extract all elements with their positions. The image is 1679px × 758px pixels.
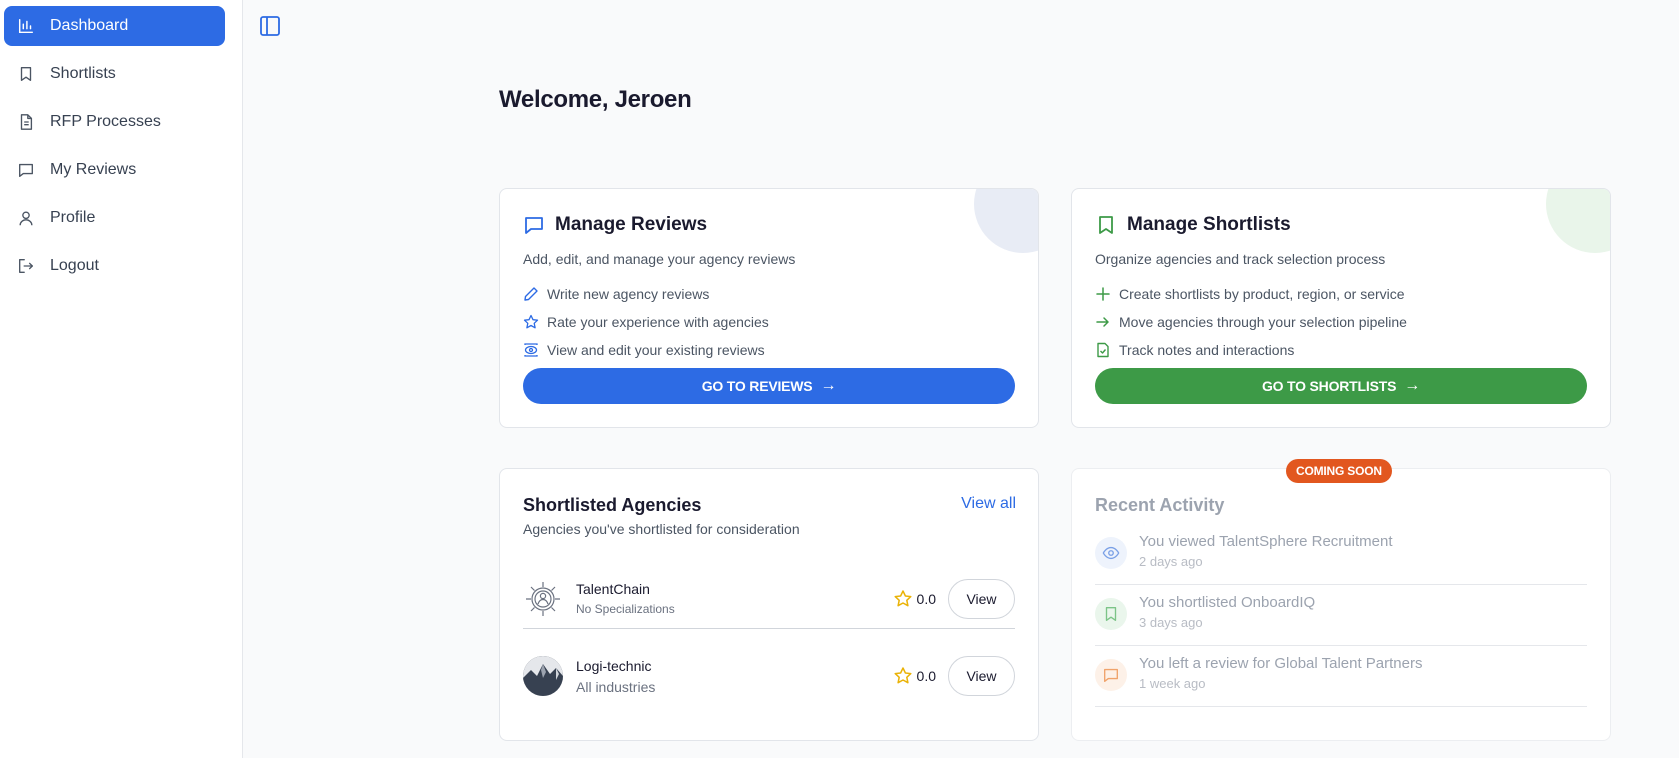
agency-name: Logi-technic xyxy=(576,657,652,674)
arrow-right-icon: → xyxy=(1404,377,1421,394)
eye-icon xyxy=(1095,537,1127,569)
list-item: Rate your experience with agencies xyxy=(523,308,769,336)
sidebar-item-rfp-processes[interactable]: RFP Processes xyxy=(4,102,225,142)
section-subtitle: Agencies you've shortlisted for consider… xyxy=(523,521,800,537)
sidebar-item-label: Dashboard xyxy=(50,17,129,34)
shortlisted-agencies-card: Shortlisted Agencies View all Agencies y… xyxy=(499,468,1039,741)
button-label: GO TO SHORTLISTS xyxy=(1261,378,1397,394)
document-icon xyxy=(16,112,36,132)
agency-logo xyxy=(523,579,563,619)
agency-rating: 0.0 xyxy=(893,589,936,609)
page-title: Welcome, Jeroen xyxy=(499,86,692,113)
list-item: You left a review for Global Talent Part… xyxy=(1095,647,1587,707)
feature-text: View and edit your existing reviews xyxy=(547,342,765,358)
list-item: Track notes and interactions xyxy=(1095,336,1407,364)
card-title: Manage Shortlists xyxy=(1127,214,1291,235)
sidebar-item-label: My Reviews xyxy=(50,161,137,178)
agency-meta: No Specializations xyxy=(576,602,675,616)
agency-logo xyxy=(523,656,563,696)
card-title: Manage Reviews xyxy=(555,214,708,235)
sidebar-item-label: Shortlists xyxy=(50,65,116,82)
sidebar-item-profile[interactable]: Profile xyxy=(4,198,225,238)
activity-time: 1 week ago xyxy=(1139,676,1206,691)
view-all-link[interactable]: View all xyxy=(961,495,1016,513)
sidebar-item-label: Profile xyxy=(50,209,96,226)
arrow-right-icon xyxy=(1095,314,1111,330)
recent-activity-card: COMING SOON Recent Activity You viewed T… xyxy=(1071,459,1611,741)
section-title: Shortlisted Agencies xyxy=(523,495,702,515)
manage-shortlists-card: Manage Shortlists Organize agencies and … xyxy=(1071,188,1611,428)
view-agency-button[interactable]: View xyxy=(948,578,1015,619)
sidebar-item-label: RFP Processes xyxy=(50,113,161,130)
feature-list: Write new agency reviews Rate your exper… xyxy=(523,280,769,364)
sidebar-item-shortlists[interactable]: Shortlists xyxy=(4,54,225,94)
card-subtitle: Organize agencies and track selection pr… xyxy=(1095,251,1386,267)
go-to-reviews-button[interactable]: GO TO REVIEWS → xyxy=(523,368,1015,404)
view-agency-button[interactable]: View xyxy=(948,656,1015,696)
activity-time: 3 days ago xyxy=(1139,615,1203,630)
list-item: Write new agency reviews xyxy=(523,280,769,308)
agency-rating: 0.0 xyxy=(893,666,936,686)
view-icon xyxy=(523,342,539,358)
activity-text: You left a review for Global Talent Part… xyxy=(1139,655,1423,672)
sidebar-toggle-icon[interactable] xyxy=(258,14,282,38)
bar-chart-icon xyxy=(16,16,36,36)
arrow-right-icon: → xyxy=(820,377,837,394)
logout-icon xyxy=(16,256,36,276)
list-item: You shortlisted OnboardIQ 3 days ago xyxy=(1095,586,1587,646)
decorative-corner xyxy=(1546,189,1610,253)
feature-text: Rate your experience with agencies xyxy=(547,314,769,330)
bookmark-icon xyxy=(1095,598,1127,630)
manage-reviews-card: Manage Reviews Add, edit, and manage you… xyxy=(499,188,1039,428)
button-label: GO TO REVIEWS xyxy=(701,378,813,394)
card-subtitle: Add, edit, and manage your agency review… xyxy=(523,251,796,267)
user-icon xyxy=(16,208,36,228)
go-to-shortlists-button[interactable]: GO TO SHORTLISTS → xyxy=(1095,368,1587,404)
sidebar-item-label: Logout xyxy=(50,257,99,274)
bookmark-icon xyxy=(16,64,36,84)
star-icon xyxy=(523,314,539,330)
list-item: Move agencies through your selection pip… xyxy=(1095,308,1407,336)
activity-text: You viewed TalentSphere Recruitment xyxy=(1139,533,1393,550)
activity-text: You shortlisted OnboardIQ xyxy=(1139,594,1316,611)
agency-name: TalentChain xyxy=(576,581,650,597)
feature-text: Write new agency reviews xyxy=(547,286,710,302)
feature-list: Create shortlists by product, region, or… xyxy=(1095,280,1407,364)
plus-icon xyxy=(1095,286,1111,302)
list-item: Logi-technic All industries 0.0 View xyxy=(523,646,1015,706)
decorative-corner xyxy=(974,189,1038,253)
pencil-icon xyxy=(523,286,539,302)
message-icon xyxy=(16,160,36,180)
list-item: View and edit your existing reviews xyxy=(523,336,769,364)
file-check-icon xyxy=(1095,342,1111,358)
list-item: Create shortlists by product, region, or… xyxy=(1095,280,1407,308)
star-icon xyxy=(893,667,912,684)
sidebar-item-dashboard[interactable]: Dashboard xyxy=(4,6,225,46)
rating-value: 0.0 xyxy=(916,668,936,684)
message-icon xyxy=(523,214,545,236)
feature-text: Track notes and interactions xyxy=(1119,342,1295,358)
rating-value: 0.0 xyxy=(916,590,936,607)
feature-text: Create shortlists by product, region, or… xyxy=(1119,286,1405,302)
sidebar-item-logout[interactable]: Logout xyxy=(4,246,225,286)
star-icon xyxy=(893,589,912,606)
sidebar: Dashboard Shortlists RFP Processes My Re… xyxy=(0,0,243,758)
list-item: You viewed TalentSphere Recruitment 2 da… xyxy=(1095,525,1587,585)
coming-soon-badge: COMING SOON xyxy=(1286,459,1392,483)
list-item: TalentChain No Specializations 0.0 View xyxy=(523,569,1015,629)
message-icon xyxy=(1095,659,1127,691)
agency-meta: All industries xyxy=(576,678,656,695)
bookmark-icon xyxy=(1095,214,1117,236)
feature-text: Move agencies through your selection pip… xyxy=(1119,314,1407,330)
section-title: Recent Activity xyxy=(1095,495,1225,515)
activity-time: 2 days ago xyxy=(1139,554,1203,569)
sidebar-item-my-reviews[interactable]: My Reviews xyxy=(4,150,225,190)
